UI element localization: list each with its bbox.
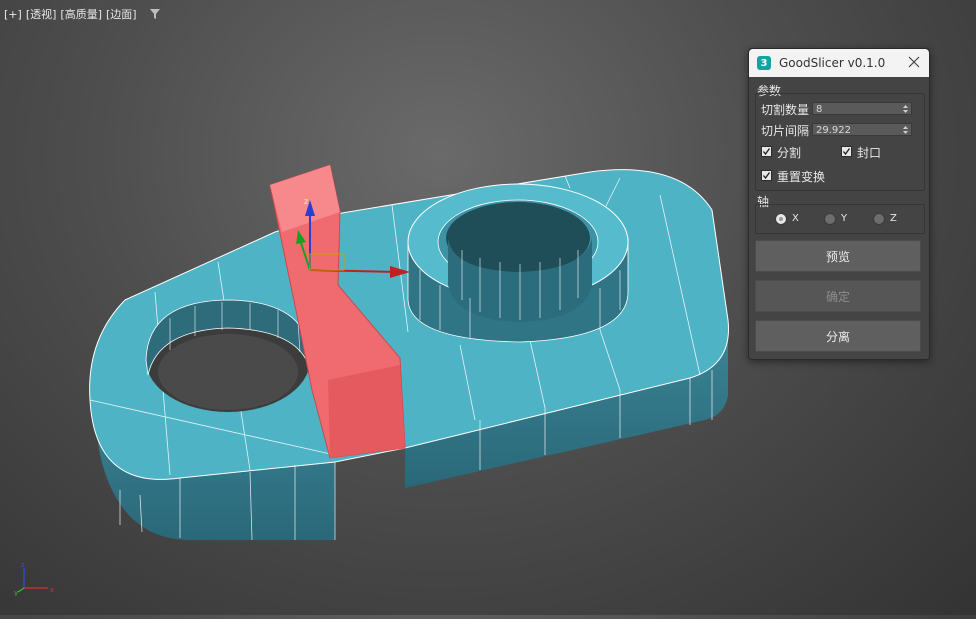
cut-count-spinner[interactable]: 8 — [812, 102, 912, 115]
viewport-menu-quality[interactable]: [高质量] — [60, 6, 102, 22]
axis-x-label: x — [50, 586, 54, 594]
separate-button[interactable]: 分离 — [755, 320, 921, 352]
checkmark-icon — [842, 148, 851, 156]
reset-xform-label[interactable]: 重置变换 — [777, 168, 825, 185]
axis-x-radio[interactable] — [775, 213, 787, 225]
checkmark-icon — [762, 172, 771, 180]
axis-z-label: z — [21, 562, 25, 569]
reset-xform-checkbox[interactable] — [761, 170, 772, 181]
left-hole — [145, 299, 311, 412]
spinner-arrows-icon[interactable] — [902, 125, 909, 135]
slice-spacing-spinner[interactable]: 29.922 — [812, 123, 912, 136]
app-icon: 3 — [757, 56, 771, 70]
confirm-button[interactable]: 确定 — [755, 280, 921, 312]
viewport-menu-perspective[interactable]: [透视] — [26, 6, 57, 22]
split-checkbox[interactable] — [761, 146, 772, 157]
dialog-title: GoodSlicer v0.1.0 — [779, 56, 886, 70]
cut-count-value[interactable]: 8 — [816, 104, 822, 115]
slice-spacing-label: 切片间隔 — [761, 124, 810, 138]
viewport-menu-plus[interactable]: [+] — [4, 8, 22, 21]
world-axis-icon: x z y — [14, 562, 54, 596]
slice-spacing-value[interactable]: 29.922 — [816, 125, 851, 136]
cap-checkbox[interactable] — [841, 146, 852, 157]
axis-z-label[interactable]: Z — [890, 213, 897, 224]
split-label[interactable]: 分割 — [777, 144, 801, 161]
axis-y-label: y — [14, 589, 18, 596]
axis-z-radio[interactable] — [873, 213, 885, 225]
axis-y-label[interactable]: Y — [841, 213, 847, 224]
viewport-menu-edges[interactable]: [边面] — [106, 6, 137, 22]
viewport-labels: [+] [透视] [高质量] [边面] — [4, 6, 161, 22]
goodslicer-dialog: 3 GoodSlicer v0.1.0 参数 切割数量 8 切片间隔 29.92… — [748, 48, 930, 360]
cut-count-label: 切割数量 — [761, 103, 810, 117]
ring-boss — [407, 183, 629, 343]
checkmark-icon — [762, 148, 771, 156]
dialog-titlebar[interactable]: 3 GoodSlicer v0.1.0 — [749, 49, 929, 77]
close-icon[interactable] — [907, 55, 921, 69]
axis-x-label[interactable]: X — [792, 213, 799, 224]
spinner-arrows-icon[interactable] — [902, 104, 909, 114]
preview-button[interactable]: 预览 — [755, 240, 921, 272]
gizmo-z-label: z — [304, 197, 308, 206]
filter-icon[interactable] — [149, 8, 161, 20]
axis-y-radio[interactable] — [824, 213, 836, 225]
cap-label[interactable]: 封口 — [857, 144, 881, 161]
